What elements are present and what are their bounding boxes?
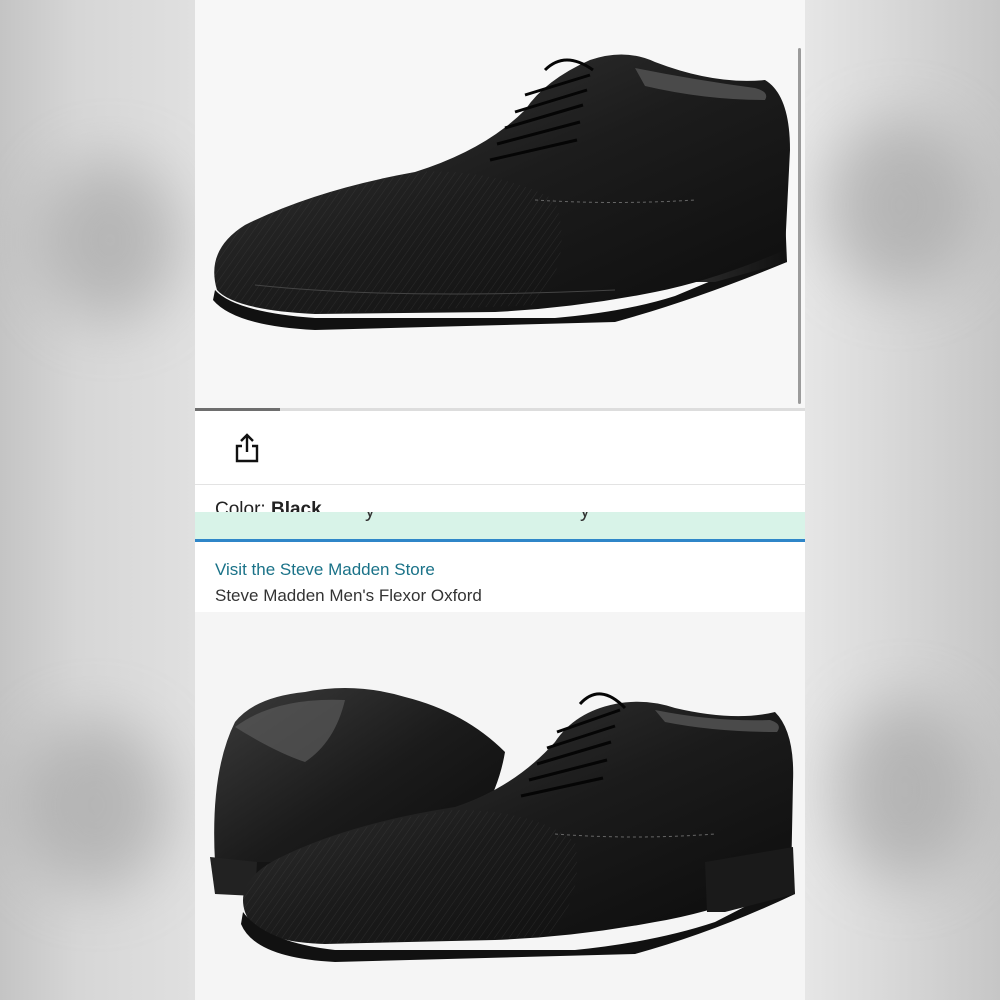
shoe-side-view-image [213,54,790,330]
product-image-main[interactable] [195,0,805,410]
action-row [195,412,805,484]
background-gutter-left [0,0,195,1000]
shoe-pair-image [210,688,795,962]
share-button[interactable] [231,432,263,464]
vertical-scroll-indicator[interactable] [798,48,801,404]
color-label: Color: Black [215,499,322,513]
deal-banner: y y [195,512,805,540]
color-label-text: Color: [215,499,266,513]
product-image-pair[interactable] [195,612,805,1000]
product-info-card: Visit the Steve Madden Store Steve Madde… [195,542,805,612]
color-selection-row: Color: Black [195,484,805,513]
product-screenshot-panel: Color: Black y y [195,0,805,540]
image-carousel-progress [195,408,281,411]
image-carousel-progress-track [195,408,805,411]
background-gutter-right [805,0,1000,1000]
store-link[interactable]: Visit the Steve Madden Store [215,560,435,580]
share-icon [235,433,259,463]
product-title: Steve Madden Men's Flexor Oxford [215,586,482,605]
color-value: Black [270,499,322,513]
